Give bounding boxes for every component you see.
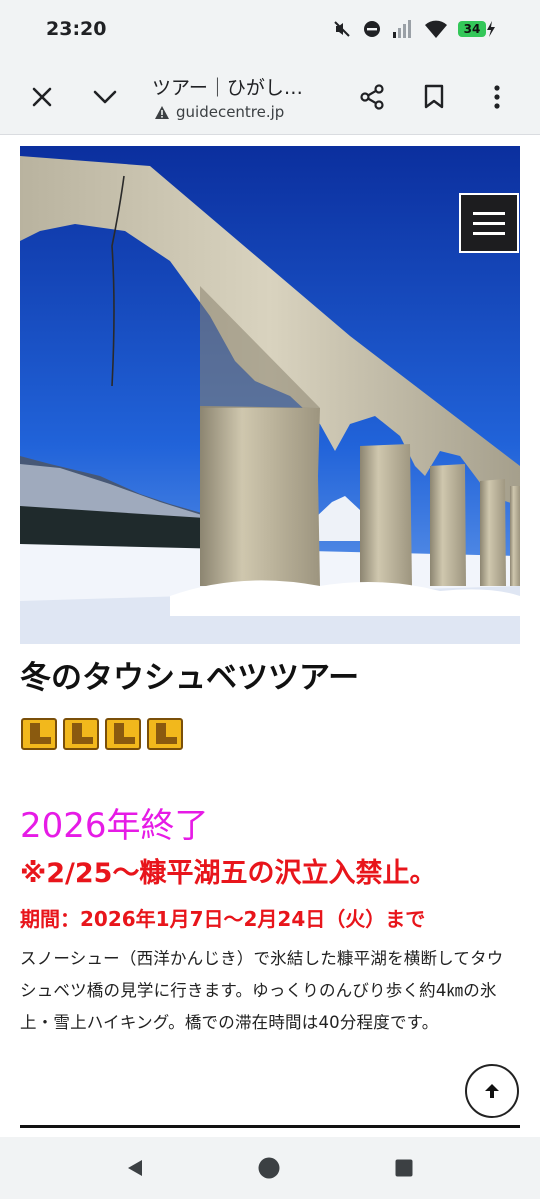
scroll-to-top-button[interactable] <box>465 1064 519 1118</box>
section-divider <box>20 1125 520 1128</box>
mute-icon <box>334 21 350 37</box>
status-icons: 34 <box>332 19 496 39</box>
do-not-disturb-icon <box>364 21 380 37</box>
tour-period: 期間：2026年1月7日〜2月24日（火）まで <box>20 907 426 931</box>
more-vert-icon <box>494 85 500 109</box>
battery-level: 34 <box>458 21 486 37</box>
close-icon <box>32 87 52 107</box>
closure-notice: ※2/25〜糠平湖五の沢立入禁止。 <box>20 858 437 889</box>
boot-icon <box>21 718 57 750</box>
status-bar: 23:20 34 <box>0 0 540 62</box>
boot-icon <box>105 718 141 750</box>
hamburger-menu-button[interactable] <box>459 193 519 253</box>
home-button[interactable] <box>251 1150 287 1186</box>
bookmark-button[interactable] <box>412 75 456 119</box>
menu-icon-bar <box>473 211 505 215</box>
boot-icon <box>147 718 183 750</box>
signal-icon <box>393 20 411 38</box>
chevron-down-icon <box>93 90 117 104</box>
tour-title: 冬のタウシュベツツアー <box>20 660 360 696</box>
system-navigation-bar <box>0 1137 540 1199</box>
taushubetsu-bridge-image <box>20 146 520 644</box>
battery-charging-icon: 34 <box>458 21 496 37</box>
difficulty-rating <box>20 717 184 751</box>
back-button[interactable] <box>117 1150 153 1186</box>
url-bar[interactable]: guidecentre.jp <box>155 103 284 121</box>
bookmark-icon <box>424 84 444 109</box>
tour-description: スノーシュー（西洋かんじき）で氷結した糠平湖を横断してタウシュベツ橋の見学に行き… <box>20 949 504 1032</box>
menu-icon-bar <box>473 221 505 225</box>
ended-notice: 2026年終了 <box>20 806 209 846</box>
close-tab-button[interactable] <box>20 75 64 119</box>
home-circle-icon <box>258 1157 280 1179</box>
more-menu-button[interactable] <box>475 75 519 119</box>
recents-button[interactable] <box>386 1150 422 1186</box>
url-text: guidecentre.jp <box>176 103 285 121</box>
web-page: 冬のタウシュベツツアー 2026年終了 ※2/25〜糠平湖五の沢立入禁止。 期間… <box>0 135 540 1137</box>
warning-icon <box>155 105 169 119</box>
page-title[interactable]: ツアー｜ひがし… <box>152 73 303 100</box>
share-icon <box>360 84 384 110</box>
back-triangle-icon <box>128 1160 142 1176</box>
boot-icon <box>63 718 99 750</box>
browser-toolbar: ツアー｜ひがし… guidecentre.jp <box>0 62 540 135</box>
recents-square-icon <box>395 1159 413 1177</box>
share-button[interactable] <box>350 75 394 119</box>
minimize-tab-button[interactable] <box>83 75 127 119</box>
status-time: 23:20 <box>46 18 107 40</box>
wifi-icon <box>425 20 447 38</box>
arrow-up-icon <box>485 1084 499 1098</box>
menu-icon-bar <box>473 231 505 235</box>
